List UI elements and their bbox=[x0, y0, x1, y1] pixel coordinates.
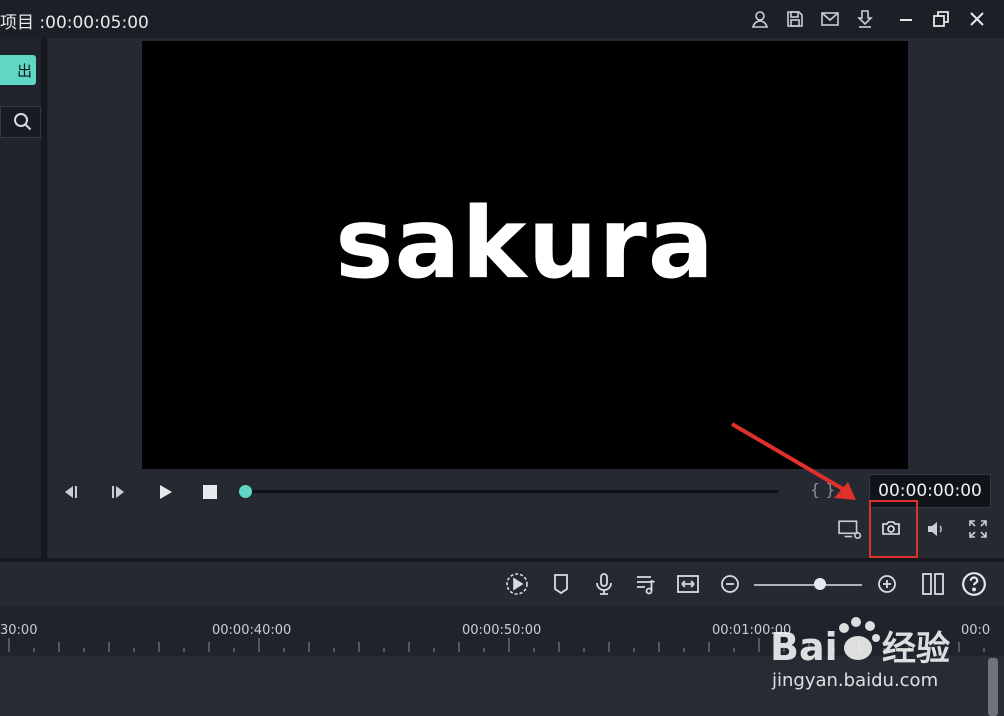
close-icon[interactable] bbox=[965, 7, 989, 31]
stop-icon[interactable] bbox=[200, 482, 220, 506]
playhead-handle[interactable] bbox=[239, 485, 252, 498]
snapshot-highlight-box bbox=[869, 500, 918, 558]
prev-frame-icon[interactable] bbox=[61, 482, 81, 506]
account-icon[interactable] bbox=[748, 7, 772, 31]
audio-mixer-icon[interactable] bbox=[634, 572, 658, 600]
ruler-label: 00:00:40:00 bbox=[212, 623, 292, 638]
project-title: 项目 :00:00:05:00 bbox=[0, 13, 149, 33]
zoom-slider-knob[interactable] bbox=[814, 578, 826, 590]
voiceover-icon[interactable] bbox=[592, 572, 616, 600]
svg-text:Bai: Bai bbox=[770, 625, 838, 669]
panel-divider[interactable] bbox=[41, 38, 47, 558]
preview-title-text: sakura bbox=[335, 187, 715, 301]
display-settings-icon[interactable] bbox=[838, 519, 862, 545]
play-icon[interactable] bbox=[155, 482, 175, 506]
download-icon[interactable] bbox=[853, 7, 877, 31]
search-input[interactable] bbox=[0, 106, 41, 138]
help-icon[interactable] bbox=[961, 571, 987, 601]
ruler-label: 00:00:50:00 bbox=[462, 623, 542, 638]
preview-screen: sakura bbox=[142, 41, 908, 469]
mail-icon[interactable] bbox=[818, 7, 842, 31]
split-view-icon[interactable] bbox=[921, 572, 945, 600]
zoom-slider-track[interactable] bbox=[754, 584, 862, 586]
marker-icon[interactable] bbox=[549, 572, 573, 600]
next-frame-icon[interactable] bbox=[108, 482, 128, 506]
zoom-in-icon[interactable] bbox=[875, 572, 899, 600]
save-icon[interactable] bbox=[783, 7, 807, 31]
annotation-arrow-icon bbox=[730, 422, 856, 500]
playback-progress-track[interactable] bbox=[248, 490, 778, 493]
fullscreen-icon[interactable] bbox=[968, 519, 988, 543]
fit-icon[interactable] bbox=[676, 572, 700, 600]
zoom-out-icon[interactable] bbox=[718, 572, 742, 600]
baidu-watermark-logo: Bai 经验 bbox=[770, 617, 950, 669]
search-icon bbox=[14, 113, 32, 131]
restore-icon[interactable] bbox=[929, 7, 953, 31]
import-button[interactable]: 出 bbox=[0, 55, 36, 85]
ruler-label: 30:00 bbox=[0, 623, 38, 638]
svg-text:经验: 经验 bbox=[882, 629, 950, 669]
minimize-icon[interactable] bbox=[894, 7, 918, 31]
watermark-url: jingyan.baidu.com bbox=[772, 670, 939, 691]
volume-icon[interactable] bbox=[926, 519, 946, 543]
render-icon[interactable] bbox=[505, 572, 529, 600]
